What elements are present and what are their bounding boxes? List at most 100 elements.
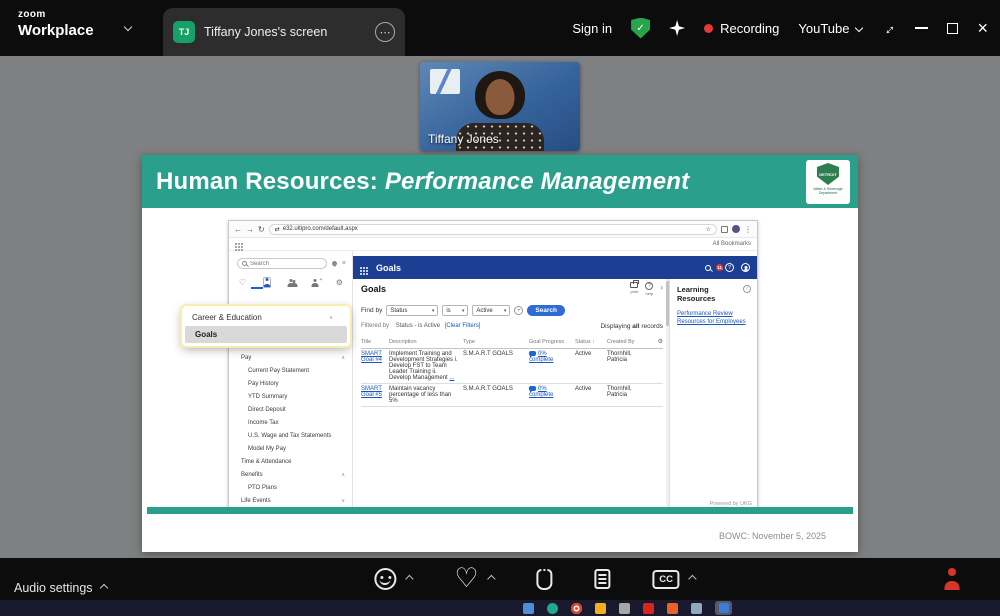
captions-chevron-up-icon[interactable] [688,574,697,584]
all-bookmarks-label: All Bookmarks [712,241,751,247]
goal-type: S.M.A.R.T GOALS [463,351,513,357]
reactions-chevron-up-icon[interactable] [405,574,414,584]
chevron-up-icon: ∧ [329,314,333,321]
displaying-records-label: Displaying all records [600,323,663,330]
recording-label: Recording [720,20,780,36]
comment-bubble-icon [529,351,536,358]
taskbar-active-app[interactable] [715,601,732,615]
slide-accent-bar [147,507,853,514]
filter-search-button: Search [527,305,566,316]
slide-title: Human Resources: Performance Management [156,168,689,196]
bookmark-star-icon: ☆ [705,226,711,233]
angle-right-icon: › [660,283,663,292]
browser-toolbar: ← → ↻ ⇄ e32.ultipro.com/default.aspx ☆ ⋮ [229,221,757,238]
filtered-by-line: Filtered by Status - is Active [Clear Fi… [361,323,481,329]
goal-description: Maintain vacancy percentage of less than… [389,386,452,404]
reaction-controls: ♡ CC [374,565,697,592]
participant-alert-icon[interactable] [942,568,962,590]
security-shield-icon[interactable]: ✓ [631,17,651,39]
sort-up-icon: ↑ [592,339,595,345]
zoom-workplace-logo: zoom Workplace [18,9,94,39]
ai-companion-icon[interactable] [669,20,686,36]
zoom-logo-text: zoom [18,9,46,20]
participant-video-tile[interactable]: Tiffany Jones [420,62,580,151]
browser-reload-icon: ↻ [258,224,265,234]
whiteboard-background [430,69,460,94]
goal-row-2: SMART Goal #5 Maintain vacancy percentag… [361,384,663,407]
captions-group: CC [652,569,697,589]
browser-menu-icon: ⋮ [744,224,752,234]
browser-profile-avatar [732,225,740,233]
taskbar-app-icon-2[interactable] [547,602,558,614]
goal-description: Implement Training and Development Strat… [389,351,458,381]
maximize-button[interactable] [947,22,959,34]
raise-hand-button[interactable] [536,568,553,590]
participant-silhouette-face [485,79,515,115]
chevron-up-icon: ∧ [341,471,345,478]
recording-indicator[interactable]: Recording [704,21,779,36]
apps-grid-icon [235,243,237,245]
fullscreen-icon[interactable]: ↔ [878,17,901,40]
reactions-group [374,568,414,590]
heart-chevron-up-icon[interactable] [487,574,496,584]
taskbar-icons [523,601,732,615]
goal-title-link: SMART Goal #5 [361,386,383,398]
comment-bubble-icon [529,386,536,393]
taskbar-app-icon-4[interactable] [595,602,606,614]
dwsd-logo-caption: Water & Sewerage Department [813,187,843,196]
nav-panel-search-row: × [237,258,346,269]
screen-share-tab[interactable]: TJ Tiffany Jones's screen ⋯ [163,8,405,56]
taskbar-app-icon-6[interactable] [643,602,654,614]
browser-extension-icon [721,225,728,233]
caret-down-icon: ▾ [431,307,435,314]
taskbar-app-icon-8[interactable] [691,602,702,614]
goal-type: S.M.A.R.T GOALS [463,386,513,392]
transcript-summary-button[interactable] [594,569,611,589]
workspace-chevron-down-icon[interactable] [123,22,133,32]
taskbar-app-icon-5[interactable] [619,602,630,614]
youtube-live-dropdown[interactable]: YouTube [798,21,864,36]
help-button: ? help [645,282,654,296]
add-filter-icon: + [514,306,524,315]
goal-created-by: Thornhill, Patricia [607,351,632,363]
nav-item: U.S. Wage and Tax Statements [248,432,332,439]
filter-operator-select: is ▾ [442,305,469,316]
windows-taskbar [0,600,1000,616]
slide-footer-date: BOWC: November 5, 2025 [718,531,826,541]
people-icon [287,279,295,287]
goals-page-body: Goals print ? help › Find by Status ▾ is ▾ … [353,279,669,509]
taskbar-app-icon-7[interactable] [667,602,678,614]
person-add-icon: + [311,277,322,287]
closed-captions-button[interactable]: CC [652,569,680,589]
nav-item-benefits: Benefits ∧ [241,471,345,478]
workplace-logo-text: Workplace [18,22,94,39]
site-info-icon: ⇄ [274,226,280,233]
slide-title-prefix: Human Resources: [156,167,385,195]
goals-filter-row: Find by Status ▾ is ▾ Active ▾ + Search [361,305,665,316]
browser-content: × ♡ + ⚙ Pay∧ Current Pay Statement Pay H… [229,251,757,509]
table-settings-icon: ⚙ [657,339,663,345]
minimize-button[interactable] [915,27,929,29]
description-more-link: ... [449,375,455,381]
browser-address-bar: ⇄ e32.ultipro.com/default.aspx ☆ [268,223,717,235]
chevron-down-icon: ∨ [341,497,345,504]
learning-resources-panel: Learning Resources i Performance Review … [669,279,757,509]
tab-options-icon[interactable]: ⋯ [375,22,395,42]
slide-title-emphasis: Performance Management [384,167,690,195]
ellipsis-icon: ⋯ [379,26,391,39]
print-icon [630,280,639,288]
heart-group: ♡ [454,565,496,592]
ultipro-search-input [250,260,322,267]
goals-table: Title Description Type Goal Progress Sta… [361,337,663,407]
app-launcher-icon [360,266,362,269]
sign-in-button[interactable]: Sign in [572,21,612,36]
taskbar-app-icon-1[interactable] [523,602,534,614]
close-button[interactable]: × [977,19,988,37]
reactions-smiley-button[interactable] [374,568,397,590]
nav-item: Income Tax [248,419,279,426]
career-education-section: Career & Education ∧ [192,313,333,322]
heart-reaction-button[interactable]: ♡ [454,565,478,592]
slide-header-band: Human Resources: Performance Management … [142,155,858,208]
taskbar-app-icon-3[interactable] [571,602,582,614]
audio-settings-button[interactable]: Audio settings [14,581,108,595]
